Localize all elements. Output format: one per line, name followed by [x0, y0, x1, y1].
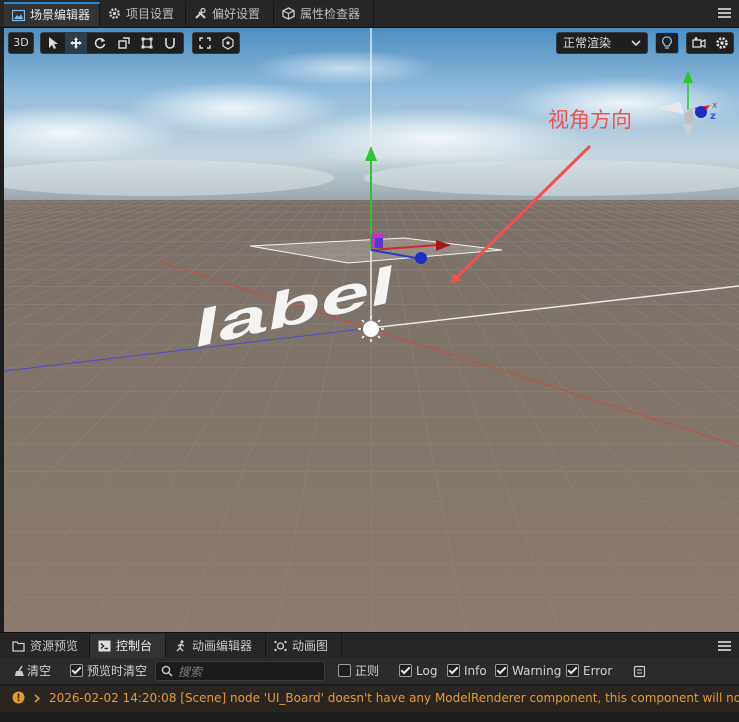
clear-button[interactable]: 清空	[14, 664, 51, 679]
log-file-icon[interactable]	[633, 665, 646, 678]
regex-checkbox[interactable]: 正则	[338, 664, 379, 679]
checkbox-icon	[566, 664, 579, 677]
chevron-down-icon	[631, 40, 641, 47]
checkbox-icon	[447, 664, 460, 677]
cube-icon	[282, 7, 295, 20]
gear-icon	[109, 8, 120, 19]
view-direction-annotation: 视角方向	[548, 108, 632, 132]
filter-info-checkbox[interactable]: Info	[447, 664, 487, 679]
checkbox-icon	[70, 664, 83, 677]
broom-icon	[15, 665, 24, 676]
editor-tab-bar: 场景编辑器 项目设置 偏好设置 属性检查器	[0, 0, 739, 28]
filter-warning-checkbox[interactable]: Warning	[495, 664, 561, 679]
filter-log-checkbox[interactable]: Log	[399, 664, 437, 679]
tab-animation-graph[interactable]: 动画图	[266, 634, 342, 658]
toggle-3d-button[interactable]: 3D	[8, 32, 34, 54]
anim-graph-icon	[274, 640, 287, 652]
checkbox-icon	[338, 664, 351, 677]
filter-error-checkbox[interactable]: Error	[566, 664, 612, 679]
chevron-right-icon[interactable]	[34, 694, 40, 703]
console-log-entry[interactable]: 2026-02-02 14:20:08 [Scene] node 'UI_Boa…	[0, 686, 739, 712]
bottom-panel-tabs: 资源预览 控制台 动画编辑器 动画图	[0, 632, 739, 658]
scene-icon	[12, 9, 25, 22]
gear-icon[interactable]	[715, 36, 729, 50]
render-mode-select[interactable]: 正常渲染	[556, 32, 648, 54]
move-tool-icon[interactable]	[69, 36, 83, 50]
search-icon	[161, 665, 173, 677]
tab-scene-editor[interactable]: 场景编辑器	[4, 2, 100, 26]
bounds-icon[interactable]	[198, 36, 212, 50]
folder-icon	[12, 641, 25, 652]
runner-icon	[176, 640, 185, 652]
select-tool-icon[interactable]	[46, 36, 60, 50]
terminal-icon	[98, 640, 111, 652]
log-message-text: 2026-02-02 14:20:08 [Scene] node 'UI_Boa…	[49, 691, 739, 705]
clear-on-preview-checkbox[interactable]: 预览时清空	[70, 664, 147, 679]
panel-menu-icon[interactable]	[718, 641, 731, 652]
svg-text:x: x	[712, 101, 718, 111]
camera-settings-group	[686, 32, 734, 54]
tab-label: 属性检查器	[300, 7, 361, 21]
svg-text:z: z	[710, 111, 716, 122]
extra-tools-group	[192, 32, 240, 54]
tab-asset-preview[interactable]: 资源预览	[4, 634, 90, 658]
tab-animation-editor[interactable]: 动画编辑器	[166, 634, 266, 658]
rect-tool-icon[interactable]	[140, 36, 154, 50]
tab-inspector[interactable]: 属性检查器	[274, 2, 374, 26]
checkbox-icon	[495, 664, 508, 677]
scene-viewport[interactable]: label x z 视角方向 3D 正常渲染	[4, 28, 739, 632]
tab-preferences[interactable]: 偏好设置	[186, 2, 274, 26]
light-toggle-button[interactable]	[655, 32, 679, 54]
tab-label: 项目设置	[126, 7, 175, 21]
rotate-tool-icon[interactable]	[93, 36, 107, 50]
transform-tools-group	[40, 32, 184, 54]
console-search[interactable]	[155, 661, 325, 681]
tools-icon	[195, 7, 206, 19]
pivot-icon[interactable]	[221, 36, 235, 50]
camera-icon[interactable]	[692, 36, 706, 50]
search-input[interactable]	[176, 663, 320, 681]
magnet-icon[interactable]	[163, 36, 177, 50]
panel-menu-icon[interactable]	[718, 8, 731, 19]
scale-tool-icon[interactable]	[117, 36, 131, 50]
tab-project-settings[interactable]: 项目设置	[100, 2, 186, 26]
tab-label: 场景编辑器	[30, 8, 91, 22]
lightbulb-icon	[662, 36, 672, 49]
checkbox-icon	[399, 664, 412, 677]
tab-label: 偏好设置	[212, 7, 261, 21]
tab-console[interactable]: 控制台	[90, 634, 166, 658]
console-toolbar: 清空 预览时清空 正则 Log Info Warning Error	[0, 658, 739, 685]
warning-icon	[12, 691, 25, 704]
